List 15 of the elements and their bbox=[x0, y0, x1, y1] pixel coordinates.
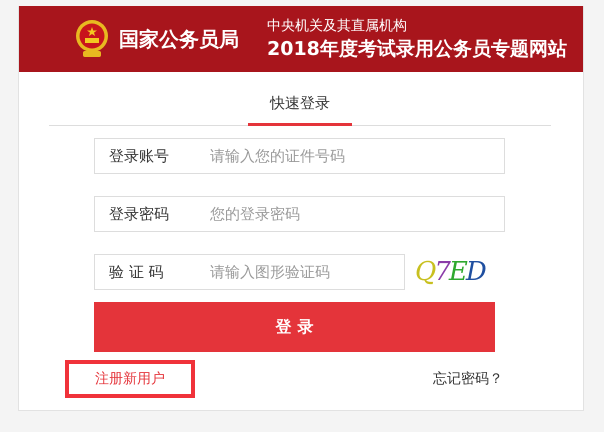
site-title: 2018年度考试录用公务员专题网站 bbox=[267, 36, 567, 62]
password-field[interactable]: 登录密码 您的登录密码 bbox=[94, 196, 505, 232]
register-link[interactable]: 注册新用户 bbox=[65, 360, 195, 398]
field-label: 登录密码 bbox=[108, 204, 170, 224]
field-label: 验 证 码 bbox=[108, 262, 165, 282]
captcha-field[interactable]: 验 证 码 请输入图形验证码 bbox=[94, 254, 405, 290]
login-button[interactable]: 登 录 bbox=[94, 302, 495, 352]
agency-name: 国家公务员局 bbox=[119, 26, 239, 52]
account-field[interactable]: 登录账号 请输入您的证件号码 bbox=[94, 138, 505, 174]
field-label: 登录账号 bbox=[108, 146, 170, 166]
emblem-icon bbox=[75, 19, 109, 59]
site-subtitle: 中央机关及其直属机构 bbox=[267, 16, 408, 34]
captcha-image[interactable]: Q7ED bbox=[415, 257, 485, 287]
forgot-password-link[interactable]: 忘记密码？ bbox=[433, 370, 503, 388]
login-tab[interactable]: 快速登录 bbox=[248, 94, 352, 126]
